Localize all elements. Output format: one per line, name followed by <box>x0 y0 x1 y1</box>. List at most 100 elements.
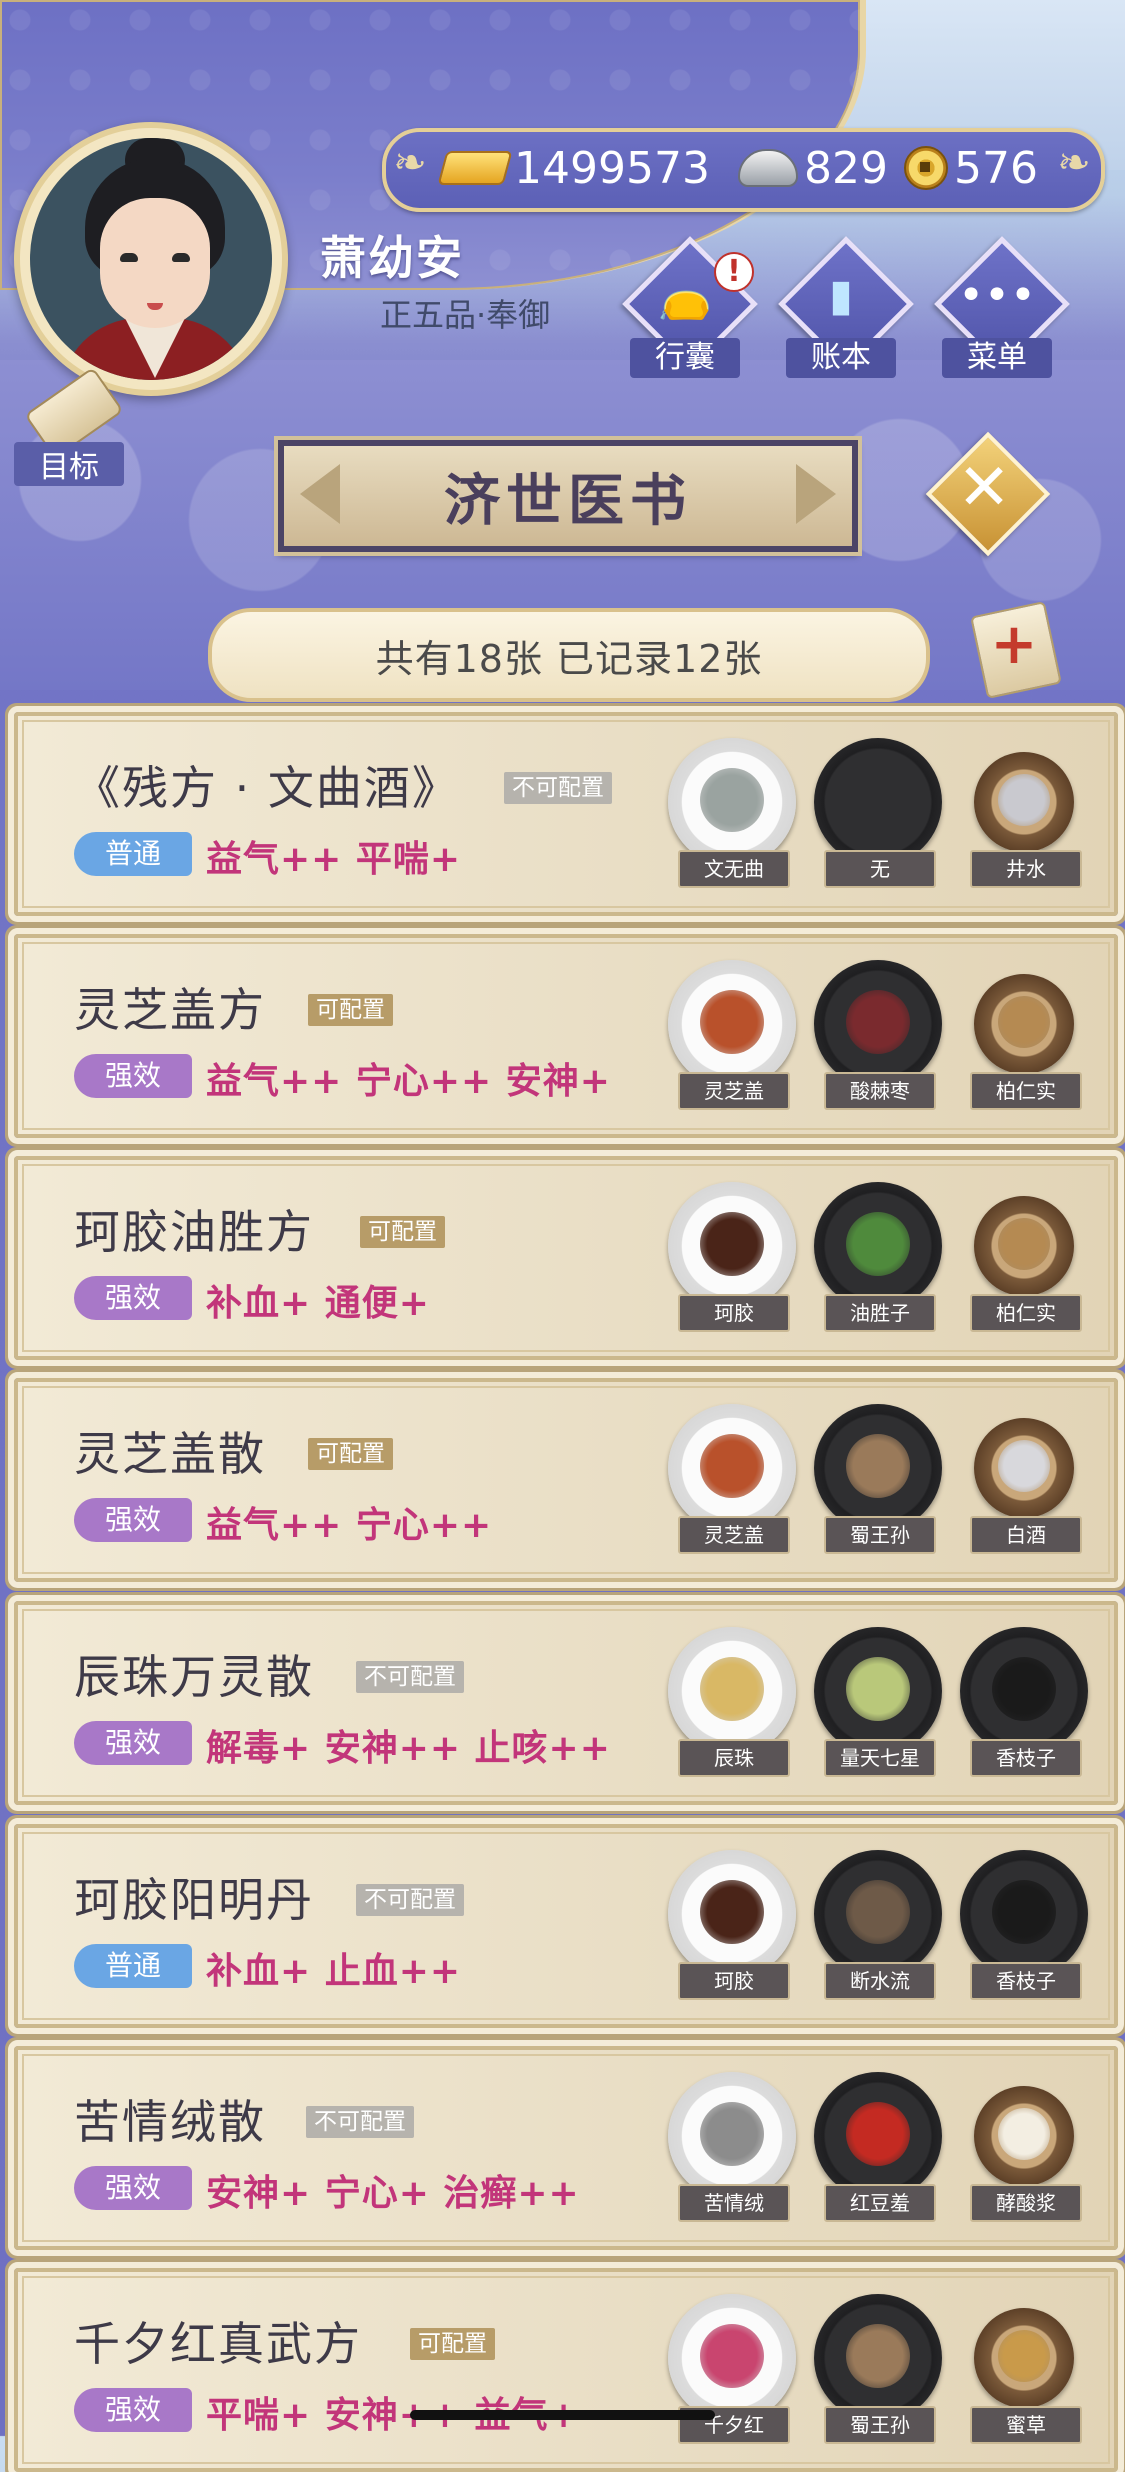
ingredient-label: 蜀王孙 <box>824 2406 936 2444</box>
recipe-name: 珂胶油胜方 <box>74 1205 314 1259</box>
ingredient-label: 蜜草 <box>970 2406 1082 2444</box>
ingredient-slot[interactable]: 油胜子 <box>808 1182 948 1342</box>
close-icon: ✕ <box>957 451 1011 525</box>
ingredient-icon <box>998 1440 1050 1492</box>
recipe-name: 《残方 · 文曲酒》 <box>74 761 460 815</box>
recipe-card[interactable]: 珂胶阳明丹 不可配置 普通 补血+ 止血++ 珂胶 断水流 香枝子 <box>14 1824 1118 2028</box>
recipe-effects: 补血+ 止血++ <box>206 1951 462 1992</box>
silver-amount: 829 <box>804 142 888 194</box>
grade-badge: 强效 <box>74 2388 192 2432</box>
currency-bar: ❧ 1499573 829 576 ❧ <box>382 128 1105 212</box>
ingredient-slot[interactable]: 珂胶 <box>662 1850 802 2010</box>
ingredient-slot[interactable]: 文无曲 <box>662 738 802 898</box>
ingredient-slot[interactable]: 红豆羞 <box>808 2072 948 2232</box>
ingredient-plate-icon <box>814 738 942 866</box>
player-avatar[interactable] <box>14 122 288 396</box>
ingredient-slot[interactable]: 柏仁实 <box>954 1182 1094 1342</box>
config-badge: 可配置 <box>410 2328 495 2360</box>
ingredient-label: 香枝子 <box>970 1739 1082 1777</box>
ingredient-label: 文无曲 <box>678 850 790 888</box>
grade-badge: 强效 <box>74 1498 192 1542</box>
ingredient-icon <box>846 2324 910 2388</box>
avatar-eye <box>120 253 138 262</box>
recipe-name: 苦情绒散 <box>74 2095 266 2149</box>
ledger-button[interactable]: ▮ 账本 <box>776 236 914 378</box>
config-badge: 不可配置 <box>356 1661 464 1693</box>
silver-ingot-icon <box>738 149 798 187</box>
ingredient-slot[interactable]: 苦情绒 <box>662 2072 802 2232</box>
ingredient-icon <box>998 1218 1050 1270</box>
ingredient-label: 珂胶 <box>678 1962 790 2000</box>
ingredient-slot[interactable]: 白酒 <box>954 1404 1094 1564</box>
ingredient-slot[interactable]: 珂胶 <box>662 1182 802 1342</box>
recipe-name: 千夕红真武方 <box>74 2317 362 2371</box>
ingredient-slot[interactable]: 蜜草 <box>954 2294 1094 2454</box>
ingredient-icon <box>846 1434 910 1498</box>
menu-button[interactable]: ••• 菜单 <box>932 236 1070 378</box>
ingredient-slot[interactable]: 灵芝盖 <box>662 1404 802 1564</box>
ingredient-icon <box>700 990 764 1054</box>
recipe-card[interactable]: 灵芝盖方 可配置 强效 益气++ 宁心++ 安神+ 灵芝盖 酸棘枣 柏仁实 <box>14 934 1118 1138</box>
recipe-effects: 益气++ 宁心++ 安神+ <box>206 1061 611 1102</box>
record-count-bar: 共有18张 已记录12张 <box>208 608 930 702</box>
config-badge: 不可配置 <box>356 1884 464 1916</box>
ingredient-slot[interactable]: 井水 <box>954 738 1094 898</box>
goal-label: 目标 <box>14 442 124 486</box>
recipe-card[interactable]: 珂胶油胜方 可配置 强效 补血+ 通便+ 珂胶 油胜子 柏仁实 <box>14 1156 1118 1360</box>
ingredient-icon <box>846 1657 910 1721</box>
ingredient-slot[interactable]: 蜀王孙 <box>808 1404 948 1564</box>
ingredient-label: 白酒 <box>970 1516 1082 1554</box>
ingredient-label: 灵芝盖 <box>678 1072 790 1110</box>
avatar-portrait <box>30 138 272 380</box>
plaque-right-ornament <box>796 464 836 524</box>
ingredient-slot[interactable]: 量天七星 <box>808 1627 948 1787</box>
grade-badge: 普通 <box>74 1944 192 1988</box>
ingredient-slot[interactable]: 辰珠 <box>662 1627 802 1787</box>
gold-amount: 1499573 <box>514 142 710 194</box>
bag-button[interactable]: 👝 ! 行囊 <box>620 236 758 378</box>
ingredient-icon <box>846 1880 910 1944</box>
ingredient-slot[interactable]: 灵芝盖 <box>662 960 802 1120</box>
more-dots-icon: ••• <box>958 270 1036 321</box>
recipe-effects: 补血+ 通便+ <box>206 1283 430 1324</box>
ingredient-icon <box>998 996 1050 1048</box>
recipe-name: 灵芝盖散 <box>74 1427 266 1481</box>
config-badge: 不可配置 <box>306 2106 414 2138</box>
ingredient-slot[interactable]: 酸棘枣 <box>808 960 948 1120</box>
ingredient-label: 灵芝盖 <box>678 1516 790 1554</box>
goal-button[interactable]: 目标 <box>14 366 124 486</box>
recipe-effects: 益气++ 宁心++ <box>206 1505 493 1546</box>
ingredient-slot[interactable]: 千夕红 <box>662 2294 802 2454</box>
ingredient-icon <box>992 1880 1056 1944</box>
player-rank: 正五品·奉御 <box>380 296 551 334</box>
ingredient-slot[interactable]: 无 <box>808 738 948 898</box>
recipe-effects: 安神+ 宁心+ 治癣++ <box>206 2173 580 2214</box>
ingredient-slot[interactable]: 香枝子 <box>954 1627 1094 1787</box>
plus-icon: + <box>990 612 1038 677</box>
ingredient-label: 珂胶 <box>678 1294 790 1332</box>
gold-counter: 1499573 <box>437 138 710 198</box>
ledger-label: 账本 <box>786 338 896 378</box>
ingredient-label: 香枝子 <box>970 1962 1082 2000</box>
ingredient-label: 红豆羞 <box>824 2184 936 2222</box>
home-indicator[interactable] <box>410 2410 715 2420</box>
ingredient-slot[interactable]: 香枝子 <box>954 1850 1094 2010</box>
recipe-name: 灵芝盖方 <box>74 983 266 1037</box>
grade-badge: 强效 <box>74 1721 192 1765</box>
ingredient-label: 柏仁实 <box>970 1294 1082 1332</box>
ingredient-label: 断水流 <box>824 1962 936 2000</box>
recipe-card[interactable]: 辰珠万灵散 不可配置 强效 解毒+ 安神++ 止咳++ 辰珠 量天七星 香枝子 <box>14 1601 1118 1805</box>
add-recipe-button[interactable]: + <box>966 600 1062 699</box>
ingredient-slot[interactable]: 酵酸浆 <box>954 2072 1094 2232</box>
recipe-card[interactable]: 灵芝盖散 可配置 强效 益气++ 宁心++ 灵芝盖 蜀王孙 白酒 <box>14 1378 1118 1582</box>
recipe-card[interactable]: 《残方 · 文曲酒》 不可配置 普通 益气++ 平喘+ 文无曲无井水 <box>14 712 1118 916</box>
grade-badge: 强效 <box>74 2166 192 2210</box>
ingredient-slot[interactable]: 蜀王孙 <box>808 2294 948 2454</box>
recipe-card[interactable]: 苦情绒散 不可配置强效 安神+ 宁心+ 治癣++ 苦情绒 红豆羞 酵酸浆 <box>14 2046 1118 2250</box>
ingredient-slot[interactable]: 柏仁实 <box>954 960 1094 1120</box>
ingredient-slot[interactable]: 断水流 <box>808 1850 948 2010</box>
menu-label: 菜单 <box>942 338 1052 378</box>
ingredient-label: 井水 <box>970 850 1082 888</box>
recipe-card[interactable]: 千夕红真武方 可配置 强效 平喘+ 安神++ 益气+ 千夕红 蜀王孙 蜜草 <box>14 2268 1118 2472</box>
ingredient-label: 量天七星 <box>824 1739 936 1777</box>
